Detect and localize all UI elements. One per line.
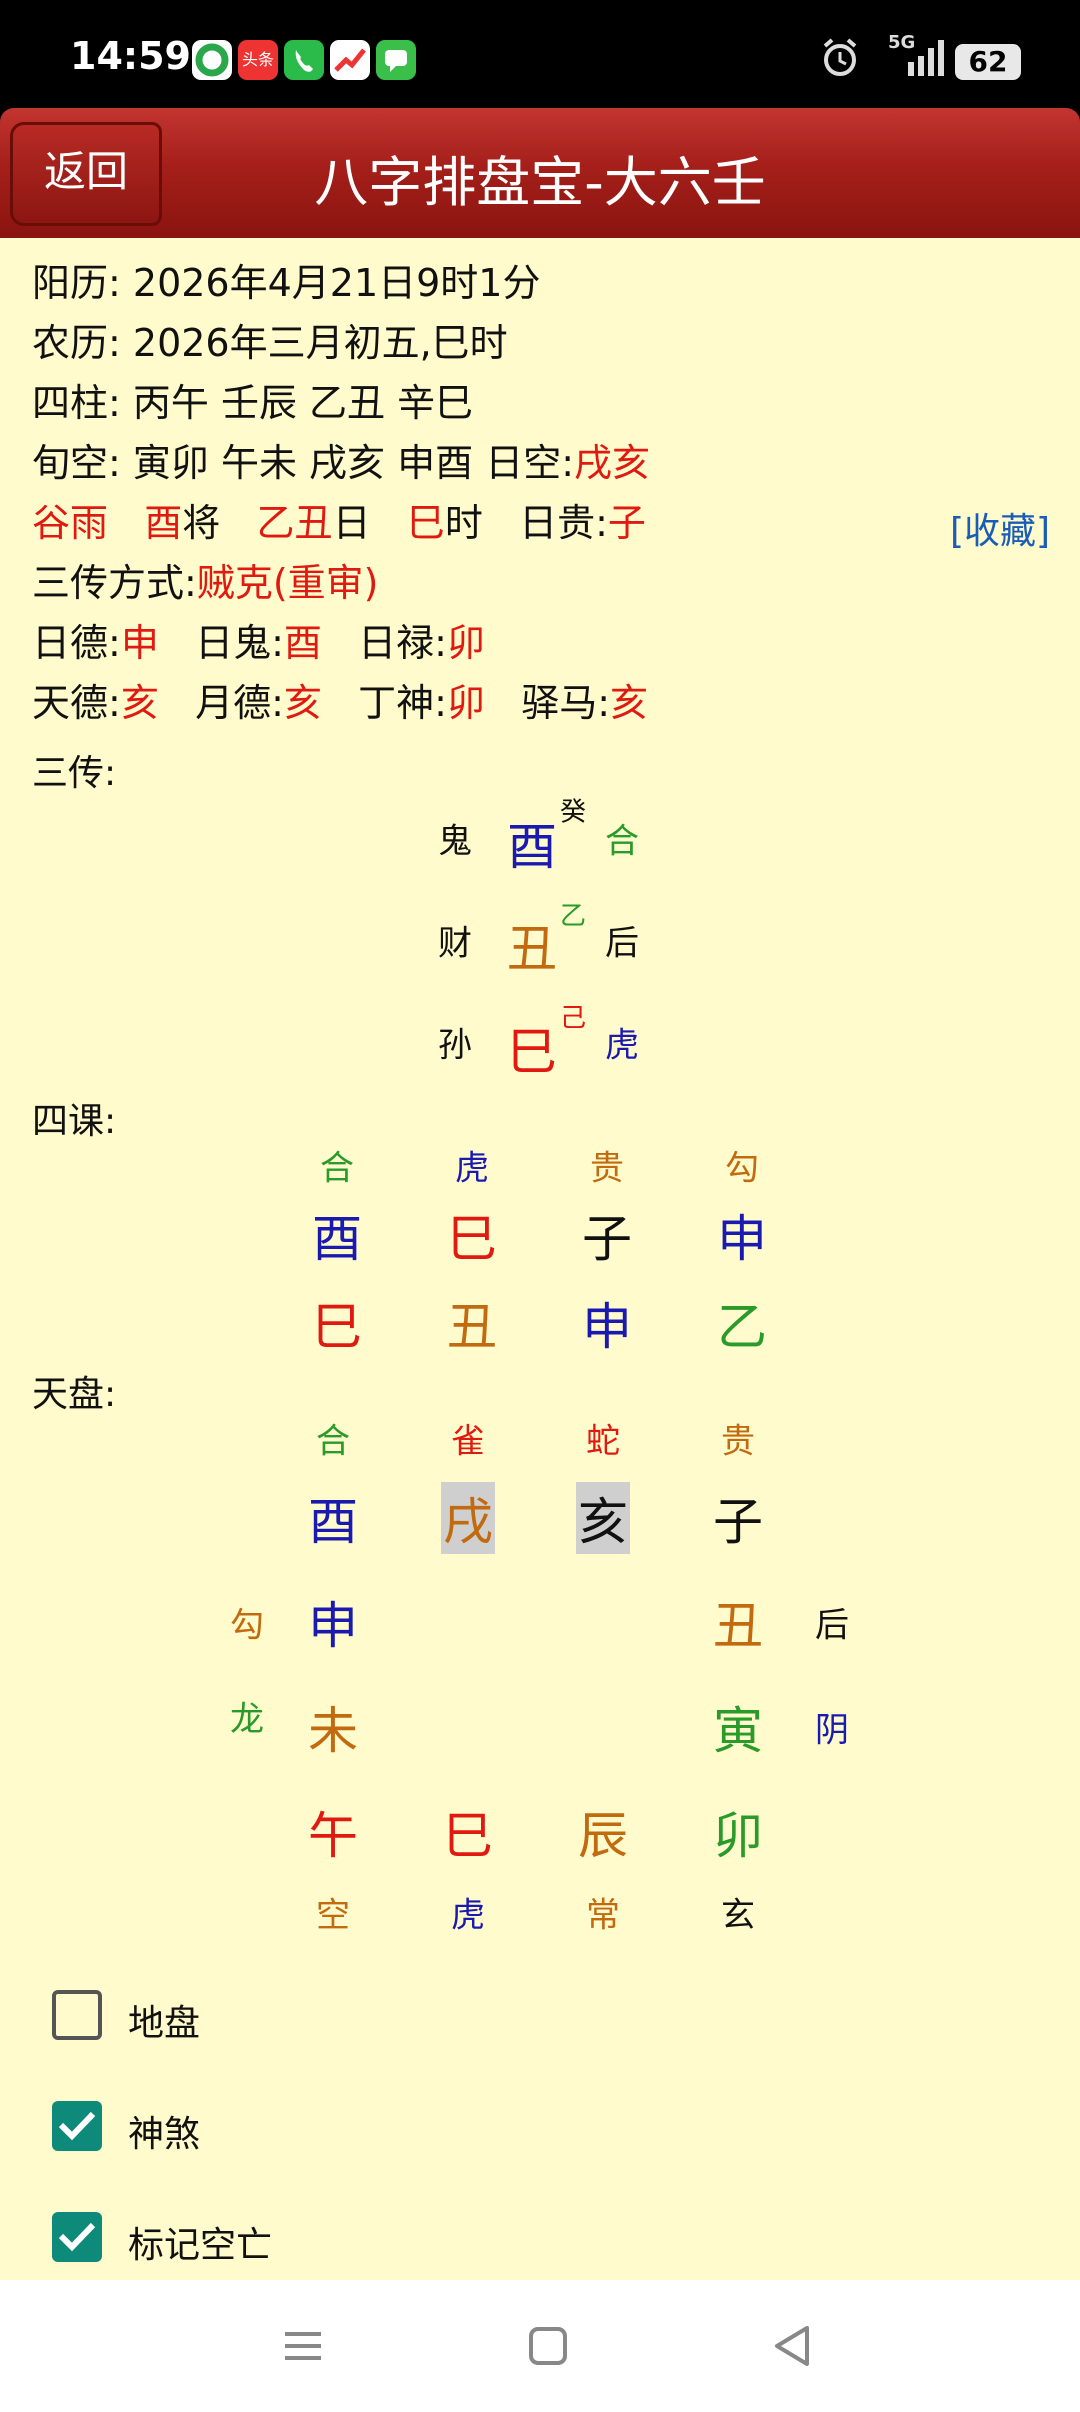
phone-app-icon: [284, 40, 324, 80]
favorite-link[interactable]: [收藏]: [950, 502, 1050, 554]
tianpan-god: 阴: [815, 1710, 849, 1751]
status-bar: 14:59 头条 5G 62: [0, 0, 1080, 108]
solar-date-value: 2026年4月21日9时1分: [132, 261, 541, 305]
tianpan-god: 合: [316, 1421, 350, 1462]
alarm-icon: [820, 36, 860, 80]
photos-app-icon: [192, 40, 232, 80]
toutiao-app-icon: 头条: [238, 40, 278, 80]
sanchuan-branch: 酉: [507, 818, 557, 876]
sanchuan-stem: 乙: [559, 901, 587, 932]
jieqi-line: 谷雨 酉将 乙丑日 巳时 日贵:子: [32, 501, 646, 545]
check-icon: [58, 2111, 96, 2141]
sike-upper: 子: [582, 1210, 632, 1268]
sike-lower: 丑: [447, 1298, 497, 1356]
sanchuan-branch: 巳: [507, 1023, 557, 1081]
tianpan-god: 空: [316, 1895, 350, 1936]
check-icon: [58, 2222, 96, 2252]
tianpan-god: 玄: [721, 1895, 755, 1936]
home-icon[interactable]: [518, 2316, 578, 2376]
sike-god: 贵: [590, 1148, 624, 1189]
sike-god: 勾: [725, 1148, 759, 1189]
sanchuan-label: 三传:: [32, 753, 117, 794]
battery-indicator: 62: [955, 44, 1021, 80]
diban-checkbox[interactable]: [52, 1990, 102, 2040]
ride-line: 日德:申 日鬼:酉 日禄:卯: [32, 621, 485, 665]
status-time: 14:59: [70, 34, 191, 78]
lunar-date-line: 农历: 2026年三月初五,巳时: [32, 321, 508, 365]
tianpan-branch-empty: 亥: [576, 1482, 630, 1554]
sanchuan-stem: 癸: [559, 797, 587, 828]
app-header: 返回 八字排盘宝-大六壬: [0, 108, 1080, 238]
sanchuan-relation: 财: [438, 923, 472, 964]
tianpan-branch: 酉: [308, 1493, 358, 1551]
sanchuan-stem: 己: [559, 1003, 587, 1034]
option-label: 地盘: [128, 2003, 201, 2044]
tianpan-branch: 午: [308, 1807, 358, 1865]
tianpan-branch: 寅: [713, 1702, 763, 1760]
tianpan-label: 天盘:: [32, 1374, 117, 1415]
sike-lower: 申: [582, 1298, 632, 1356]
tianpan-branch: 辰: [578, 1807, 628, 1865]
tianpan-branch-empty: 戌: [441, 1482, 495, 1554]
sike-upper: 申: [717, 1210, 767, 1268]
four-pillars-line: 四柱: 丙午 壬辰 乙丑 辛巳: [32, 381, 474, 425]
back-button[interactable]: 返回: [10, 122, 162, 226]
menu-icon[interactable]: [273, 2316, 333, 2376]
sanchuan-relation: 鬼: [438, 821, 472, 862]
sanchuan-method-line: 三传方式:贼克(重审): [32, 561, 379, 605]
back-nav-icon[interactable]: [763, 2316, 823, 2376]
tianpan-god: 龙: [230, 1699, 264, 1740]
sike-lower: 乙: [717, 1298, 767, 1356]
sike-god: 合: [320, 1148, 354, 1189]
xunkong-line: 旬空: 寅卯 午未 戌亥 申酉 日空:戌亥: [32, 441, 651, 485]
tianpan-branch: 未: [308, 1702, 358, 1760]
solar-date-line: 阳历: 2026年4月21日9时1分: [32, 261, 541, 305]
jieqi-value: 谷雨: [32, 501, 109, 545]
tianpan-god: 虎: [451, 1895, 485, 1936]
sike-label: 四课:: [32, 1101, 117, 1142]
sike-upper: 巳: [447, 1210, 497, 1268]
system-nav-bar: [0, 2280, 1080, 2412]
tianpan-branch: 卯: [713, 1807, 763, 1865]
sike-upper: 酉: [312, 1210, 362, 1268]
lunar-date-value: 2026年三月初五,巳时: [132, 321, 508, 365]
tianpan-god: 贵: [721, 1421, 755, 1462]
method-value: 贼克(重审): [196, 561, 379, 605]
sanchuan-relation: 孙: [438, 1025, 472, 1066]
tianpan-god: 雀: [451, 1421, 485, 1462]
mark-empty-checkbox[interactable]: [52, 2212, 102, 2262]
sike-lower: 巳: [312, 1298, 362, 1356]
tianpan-branch: 子: [713, 1493, 763, 1551]
shensha-checkbox[interactable]: [52, 2101, 102, 2151]
messages-app-icon: [376, 40, 416, 80]
page-title: 八字排盘宝-大六壬: [314, 151, 766, 214]
tianpan-god: 后: [815, 1605, 849, 1646]
stocks-app-icon: [330, 40, 370, 80]
sike-god: 虎: [455, 1148, 489, 1189]
four-pillars-value: 丙午 壬辰 乙丑 辛巳: [132, 381, 474, 425]
sanchuan-god: 合: [605, 821, 639, 862]
tianpan-branch: 巳: [443, 1807, 493, 1865]
tiande-line: 天德:亥 月德:亥 丁神:卯 驿马:亥: [32, 681, 649, 725]
tianpan-god: 常: [586, 1895, 620, 1936]
sanchuan-branch: 丑: [507, 920, 557, 978]
option-label: 神煞: [128, 2114, 201, 2155]
tianpan-god: 蛇: [586, 1421, 620, 1462]
tianpan-god: 勾: [230, 1605, 264, 1646]
sanchuan-god: 后: [605, 923, 639, 964]
tianpan-branch: 丑: [713, 1597, 763, 1655]
sanchuan-god: 虎: [605, 1025, 639, 1066]
rikong-value: 戌亥: [574, 441, 651, 485]
signal-icon: 5G: [880, 32, 960, 82]
option-label: 标记空亡: [128, 2225, 273, 2266]
tianpan-branch: 申: [308, 1597, 358, 1655]
